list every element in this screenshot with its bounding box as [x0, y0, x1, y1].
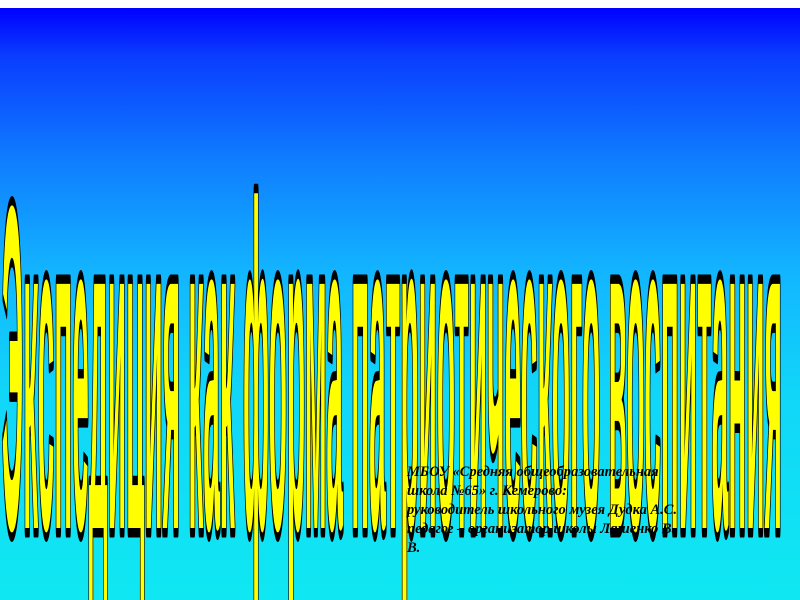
slide: Экспедиция как форма патриотического вос… — [0, 8, 800, 600]
caption-line: В. — [407, 540, 421, 556]
caption-line: школа №65» г. Кемерово: — [407, 483, 567, 499]
caption-line: МБОУ «Средняя общеобразовательная — [407, 464, 659, 480]
author-caption: МБОУ «Средняя общеобразовательная школа … — [407, 463, 787, 558]
caption-line: руководитель школьного музея Дудка А.С. — [407, 502, 678, 518]
caption-line: педагог – организатор школы Ляшенко В. — [407, 521, 676, 537]
